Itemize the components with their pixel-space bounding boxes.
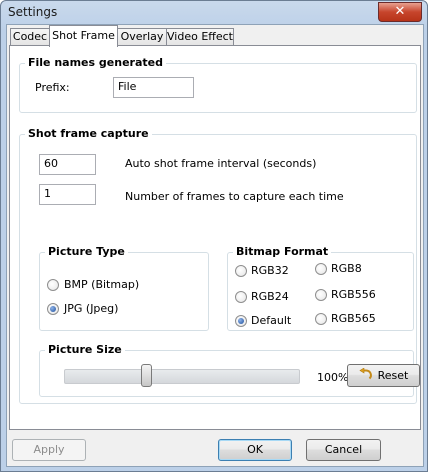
interval-label: Auto shot frame interval (seconds) (125, 157, 317, 170)
settings-window: Settings ✕ Codec Shot Frame Overlay Vide… (0, 0, 428, 472)
radio-default-label[interactable]: Default (251, 314, 291, 327)
tab-overlay[interactable]: Overlay (117, 28, 167, 46)
picture-type-group: Picture Type BMP (Bitmap) JPG (Jpeg) (39, 245, 209, 331)
tab-codec[interactable]: Codec (10, 28, 50, 46)
radio-rgb8-label[interactable]: RGB8 (331, 262, 362, 275)
bitmap-format-heading: Bitmap Format (233, 245, 332, 258)
reset-button-label: Reset (377, 369, 409, 382)
radio-rgb24[interactable] (235, 291, 247, 303)
frames-label: Number of frames to capture each time (125, 190, 344, 203)
file-names-heading: File names generated (25, 56, 166, 69)
picture-size-slider-thumb[interactable] (140, 364, 152, 387)
picture-size-heading: Picture Size (45, 343, 125, 356)
interval-input[interactable]: 60 (39, 154, 96, 175)
radio-rgb565[interactable] (315, 313, 327, 325)
radio-rgb565-label[interactable]: RGB565 (331, 312, 376, 325)
dialog-client: Codec Shot Frame Overlay Video Effect Fi… (6, 24, 424, 467)
frames-input[interactable]: 1 (39, 184, 96, 205)
title-bar[interactable]: Settings ✕ (1, 1, 427, 23)
bitmap-format-group: Bitmap Format RGB32 RGB8 RGB24 RGB556 De… (227, 245, 414, 331)
tab-shot-frame[interactable]: Shot Frame (49, 25, 118, 47)
shot-frame-capture-heading: Shot frame capture (25, 127, 152, 140)
window-title: Settings (8, 5, 58, 19)
file-names-group: File names generated Prefix: File (19, 56, 417, 113)
reset-button[interactable]: Reset (347, 364, 420, 387)
radio-rgb8[interactable] (315, 263, 327, 275)
radio-bmp-label[interactable]: BMP (Bitmap) (64, 278, 139, 291)
radio-jpg-label[interactable]: JPG (Jpeg) (64, 302, 118, 315)
shot-frame-capture-group: Shot frame capture 60 Auto shot frame in… (19, 127, 420, 404)
close-button[interactable]: ✕ (378, 2, 422, 22)
radio-rgb556[interactable] (315, 289, 327, 301)
radio-rgb556-label[interactable]: RGB556 (331, 288, 376, 301)
shot-frame-panel: File names generated Prefix: File Shot f… (9, 45, 421, 430)
radio-bmp[interactable] (47, 279, 59, 291)
radio-rgb32-label[interactable]: RGB32 (251, 264, 289, 277)
tab-video-effect[interactable]: Video Effect (166, 28, 234, 46)
picture-size-group: Picture Size 100% Reset (39, 343, 420, 397)
undo-arrow-icon (359, 366, 373, 387)
picture-size-value: 100% (317, 371, 349, 384)
cancel-button[interactable]: Cancel (306, 439, 381, 461)
ok-button[interactable]: OK (218, 439, 292, 461)
prefix-input[interactable]: File (113, 77, 194, 98)
radio-rgb32[interactable] (235, 265, 247, 277)
picture-type-heading: Picture Type (45, 245, 128, 258)
radio-jpg[interactable] (47, 303, 59, 315)
prefix-label: Prefix: (35, 81, 70, 94)
picture-size-slider[interactable] (64, 369, 300, 384)
apply-button[interactable]: Apply (12, 439, 86, 461)
radio-rgb24-label[interactable]: RGB24 (251, 290, 289, 303)
radio-default[interactable] (235, 315, 247, 327)
